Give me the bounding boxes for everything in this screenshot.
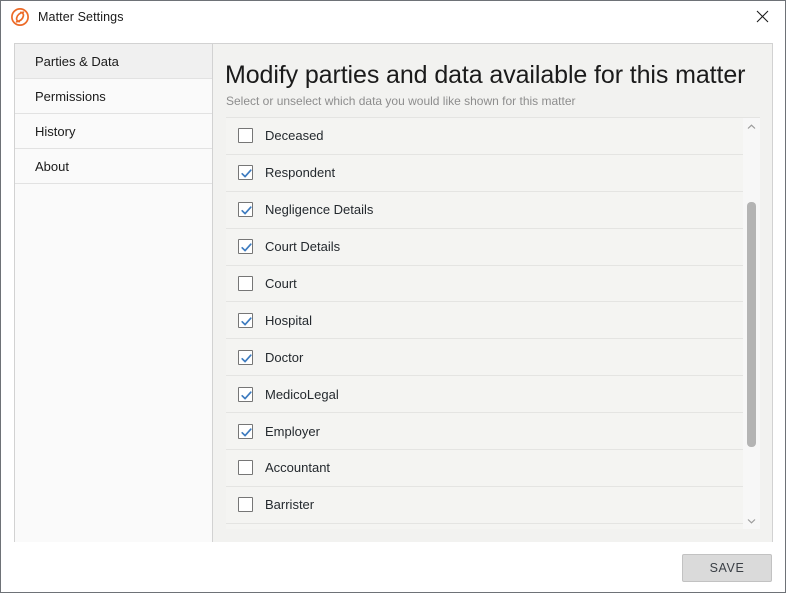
scroll-up-button[interactable] [743,118,760,135]
checkbox-checked[interactable] [238,386,253,402]
matter-settings-dialog: Matter Settings Parties & Data Permissio… [0,0,786,593]
page-title: Modify parties and data available for th… [225,61,746,89]
save-button[interactable]: SAVE [682,554,772,582]
sidebar-item-history[interactable]: History [15,114,212,149]
list-item[interactable]: Barrister [226,487,743,524]
checkbox-unchecked[interactable] [238,128,253,144]
checkbox-checked[interactable] [238,165,253,181]
checkbox-unchecked[interactable] [238,276,253,291]
list-scrollbar[interactable] [743,117,760,529]
checkmark-icon [241,243,252,252]
close-button[interactable] [740,1,785,32]
sidebar-item-parties-and-data[interactable]: Parties & Data [15,44,212,79]
settings-content-panel: Parties & Data Permissions History About… [14,43,773,543]
list-item[interactable]: Accountant [226,450,743,487]
checkmark-icon [241,169,252,178]
chevron-down-icon [747,518,756,524]
checkmark-icon [241,391,252,400]
list-item[interactable]: Negligence Details [226,192,743,229]
checkbox-unchecked[interactable] [238,497,253,513]
spiral-s-logo-icon [11,7,29,26]
settings-main-panel: Modify parties and data available for th… [213,44,772,542]
list-item[interactable]: Doctor [226,339,743,377]
data-options-area: Deceased Respondent Negligence Details Cour… [226,117,760,529]
list-item-label: Respondent [265,165,336,181]
list-item[interactable]: Hospital [226,302,743,340]
list-item[interactable]: Deceased [226,118,743,155]
dialog-footer: SAVE [1,542,785,592]
sidebar-item-about[interactable]: About [15,149,212,184]
list-item-label: Doctor [265,349,304,365]
list-item[interactable]: Respondent [226,155,743,192]
list-item-label: Barrister [265,497,315,513]
sidebar-item-label: About [35,158,69,174]
list-item-label: Negligence Details [265,202,374,218]
checkmark-icon [241,354,252,363]
sidebar-item-permissions[interactable]: Permissions [15,79,212,114]
checkbox-checked[interactable] [238,423,253,439]
data-options-list: Deceased Respondent Negligence Details Cour… [226,117,743,529]
checkmark-icon [241,206,252,215]
sidebar-item-label: Parties & Data [35,53,119,69]
sidebar-item-label: Permissions [35,88,106,104]
chevron-up-icon [747,123,756,129]
settings-sidebar: Parties & Data Permissions History About [15,44,213,542]
checkbox-checked[interactable] [238,202,253,218]
list-item-label: Hospital [265,312,312,328]
list-item-label: Employer [265,423,320,439]
checkbox-checked[interactable] [238,349,253,365]
list-item-label: MedicoLegal [265,386,339,402]
scroll-down-button[interactable] [743,512,760,529]
list-item-label: Accountant [265,460,331,476]
checkbox-checked[interactable] [238,312,253,328]
checkmark-icon [241,427,252,437]
list-item-label: Deceased [265,128,324,144]
list-item[interactable]: Court Details [226,229,743,266]
title-bar: Matter Settings [1,1,785,32]
list-item[interactable]: Court [226,266,743,303]
checkmark-icon [241,317,252,326]
save-button-label: SAVE [709,561,745,575]
page-subtitle: Select or unselect which data you would … [226,94,576,108]
close-icon [756,10,769,23]
window-title: Matter Settings [38,9,124,24]
scrollbar-thumb[interactable] [747,202,756,447]
list-item[interactable]: MedicoLegal [226,376,743,414]
list-item[interactable]: Employer [226,413,743,451]
checkbox-unchecked[interactable] [238,460,253,476]
sidebar-item-label: History [35,123,76,139]
list-item-label: Court Details [265,239,341,255]
list-item-label: Court [265,276,297,291]
checkbox-checked[interactable] [238,239,253,255]
